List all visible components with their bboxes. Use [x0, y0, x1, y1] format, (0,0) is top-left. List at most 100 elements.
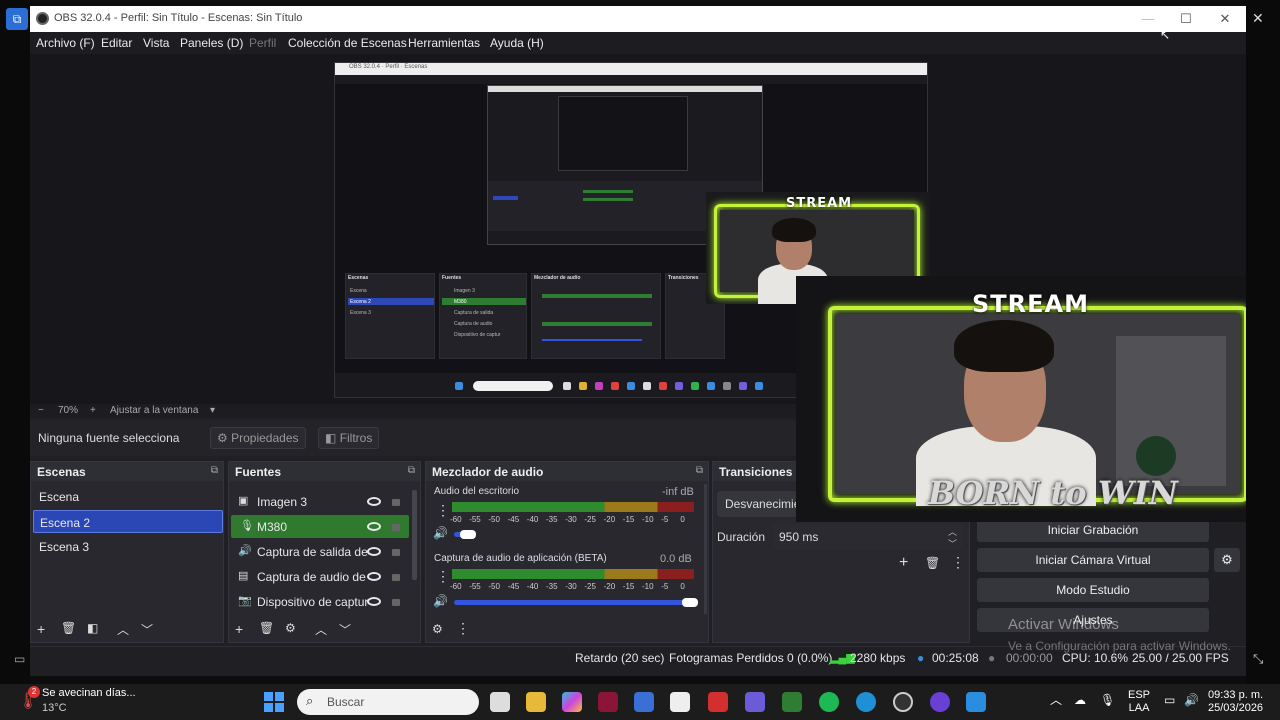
track-menu-icon[interactable]: ⋮ [436, 568, 450, 585]
mixer-scrollbar[interactable] [704, 484, 707, 614]
fit-to-window-button[interactable]: Ajustar a la ventana [110, 405, 198, 416]
move-down-button[interactable]: ﹀ [339, 621, 351, 638]
add-scene-button[interactable]: + [37, 621, 45, 637]
close-icon[interactable]: ✕ [1252, 10, 1264, 27]
visibility-eye-icon[interactable] [367, 572, 381, 581]
lock-icon[interactable] [392, 549, 400, 556]
app-purple-icon[interactable] [930, 692, 950, 712]
copilot-icon[interactable] [562, 692, 582, 712]
volume-slider[interactable] [454, 600, 690, 605]
app-blue-icon[interactable] [966, 692, 986, 712]
menu-ayuda[interactable]: Ayuda (H) [490, 36, 544, 50]
zoom-in-button[interactable]: + [90, 405, 96, 416]
lock-icon[interactable] [392, 599, 400, 606]
duration-input[interactable]: 950 ms ︿ ﹀ [773, 524, 963, 550]
mixer-menu-icon[interactable]: ⋮ [456, 620, 470, 637]
speaker-icon[interactable]: 🔊 [433, 526, 448, 540]
source-item[interactable]: ▣ Imagen 3 [231, 490, 409, 513]
source-properties-button[interactable]: ⚙ [285, 621, 296, 635]
maximize-icon[interactable]: ☐ [1176, 11, 1196, 27]
scene-item[interactable]: Escena 3 [33, 535, 223, 558]
scene-item-selected[interactable]: Escena 2 [33, 510, 223, 533]
virtual-camera-gear-icon[interactable]: ⚙ [1214, 548, 1240, 572]
source-item[interactable]: ▤ Captura de audio de [231, 565, 409, 588]
lock-icon[interactable] [392, 574, 400, 581]
menu-archivo[interactable]: Archivo (F) [36, 36, 95, 50]
move-up-button[interactable]: ︿ [315, 621, 327, 638]
chevron-down-icon[interactable]: ﹀ [948, 537, 957, 550]
volume-knob[interactable] [682, 598, 698, 607]
close-icon[interactable]: ✕ [1215, 11, 1235, 27]
move-up-button[interactable]: ︿ [117, 621, 129, 638]
mail-icon[interactable] [634, 692, 654, 712]
delete-transition-button[interactable]: 🗑 [925, 556, 940, 570]
desktop-app-icon[interactable]: ⧉ [6, 8, 28, 30]
menu-vista[interactable]: Vista [143, 36, 169, 50]
undock-icon[interactable]: ⧉ [696, 465, 703, 476]
move-down-button[interactable]: ﹀ [141, 621, 153, 638]
meter-tick-label: -55 [469, 582, 481, 591]
search-icon: ⌕ [306, 693, 314, 708]
store-icon[interactable] [670, 692, 690, 712]
visibility-eye-icon[interactable] [367, 497, 381, 506]
scene-filters-button[interactable]: ◧ [87, 621, 98, 635]
task-view-icon[interactable] [490, 692, 510, 712]
chevron-down-icon[interactable]: ▾ [210, 405, 215, 416]
undock-icon[interactable]: ⧉ [211, 465, 218, 476]
advanced-audio-gear-icon[interactable]: ⚙ [432, 622, 443, 636]
start-virtual-camera-button[interactable]: Iniciar Cámara Virtual [977, 548, 1209, 572]
taskbar-search[interactable]: ⌕ Buscar [297, 689, 479, 715]
obs-taskbar-icon[interactable] [893, 692, 913, 712]
source-item[interactable]: 🔊 Captura de salida de [231, 540, 409, 563]
minimize-icon[interactable]: — [1138, 11, 1158, 26]
chevron-up-icon[interactable]: ︿ [1050, 694, 1062, 707]
sources-scrollbar[interactable] [412, 490, 417, 580]
file-explorer-icon[interactable] [526, 692, 546, 712]
weather-title[interactable]: Se avecinan días... [42, 687, 136, 699]
filters-button[interactable]: ◧ Filtros [318, 427, 380, 449]
visibility-eye-icon[interactable] [367, 547, 381, 556]
volume-icon[interactable]: 🔊 [1184, 694, 1199, 707]
clock[interactable]: 09:33 p. m. 25/03/2026 [1208, 689, 1263, 715]
delete-source-button[interactable]: 🗑 [259, 621, 274, 635]
source-item-active[interactable]: 🎙 M380 [231, 515, 409, 538]
speaker-icon[interactable]: 🔊 [433, 594, 448, 608]
resize-grip-icon[interactable]: ⤡ [1253, 651, 1263, 667]
language-indicator[interactable]: ESP LAA [1128, 689, 1150, 715]
lock-icon[interactable] [392, 524, 400, 531]
add-source-button[interactable]: + [235, 621, 243, 637]
scene-item[interactable]: Escena [33, 485, 223, 508]
windows-start-icon[interactable] [264, 692, 284, 712]
edge-icon[interactable] [856, 692, 876, 712]
media-app-icon[interactable] [598, 692, 618, 712]
menu-herramientas[interactable]: Herramientas [408, 36, 480, 50]
teams-icon[interactable] [745, 692, 765, 712]
visibility-eye-icon[interactable] [367, 597, 381, 606]
menu-paneles[interactable]: Paneles (D) [180, 36, 243, 50]
microphone-icon[interactable]: 🎙 [1100, 694, 1115, 707]
cloud-icon[interactable]: ☁ [1074, 694, 1086, 707]
track-level: 0.0 dB [660, 553, 692, 565]
transition-menu-icon[interactable]: ⋮ [951, 554, 965, 571]
excel-icon[interactable] [782, 692, 802, 712]
studio-mode-button[interactable]: Modo Estudio [977, 578, 1209, 602]
undock-icon[interactable]: ⧉ [408, 465, 415, 476]
track-menu-icon[interactable]: ⋮ [436, 502, 450, 519]
add-transition-button[interactable]: + [899, 554, 908, 572]
app-red-icon[interactable] [708, 692, 728, 712]
network-icon[interactable]: ▭ [1164, 694, 1175, 707]
meter-tick-label: -60 [450, 515, 462, 524]
visibility-eye-icon[interactable] [367, 522, 381, 531]
menu-coleccion-escenas[interactable]: Colección de Escenas [288, 36, 407, 50]
delete-scene-button[interactable]: 🗑 [61, 621, 76, 635]
fps-status: 25.00 / 25.00 FPS [1132, 651, 1229, 665]
spotify-icon[interactable] [819, 692, 839, 712]
source-item[interactable]: 📷 Dispositivo de captur [231, 590, 409, 613]
lock-icon[interactable] [392, 499, 400, 506]
menu-editar[interactable]: Editar [101, 36, 132, 50]
menu-perfil[interactable]: Perfil [249, 36, 276, 50]
properties-button[interactable]: ⚙ Propiedades [210, 427, 306, 449]
meter-tick-label: -10 [642, 515, 654, 524]
zoom-out-button[interactable]: − [38, 405, 44, 416]
volume-knob[interactable] [460, 530, 477, 539]
